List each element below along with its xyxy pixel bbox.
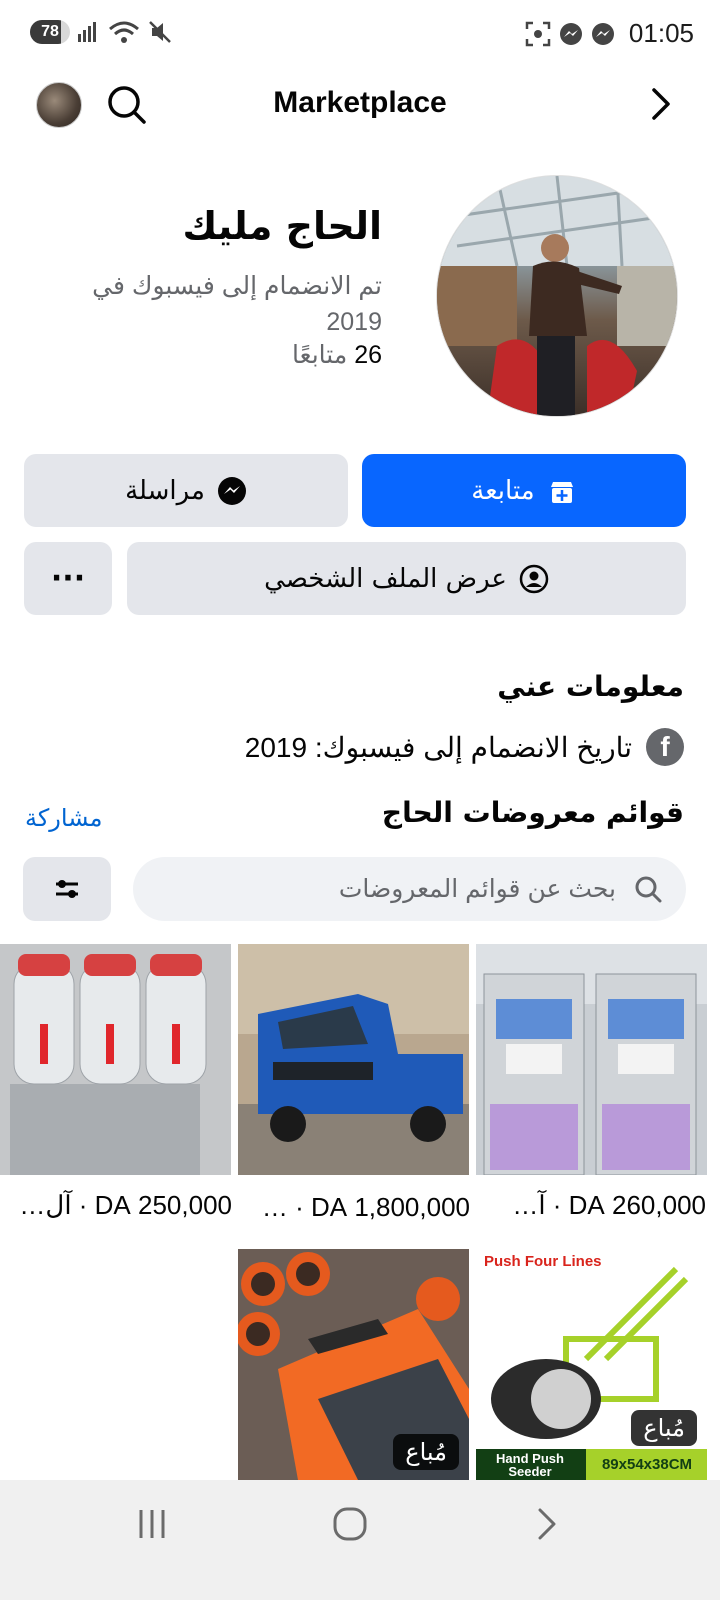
follow-label: متابعة (471, 475, 535, 506)
clock: 01:05 (628, 18, 694, 48)
about-joined-row: f تاريخ الانضمام إلى فيسبوك: 2019 (245, 728, 684, 766)
messenger-icon (559, 22, 582, 45)
system-nav-bar (0, 1480, 720, 1600)
listing-photo-slush-dispenser[interactable] (0, 944, 231, 1175)
more-options-button[interactable]: ··· (24, 542, 112, 615)
status-right: 01:05 (525, 18, 694, 49)
about-title: معلومات عني (497, 670, 684, 703)
home-icon[interactable] (320, 1502, 380, 1546)
listing-image (476, 944, 707, 1175)
listing-photo-ice-cream-machine[interactable] (476, 944, 707, 1175)
followers-count[interactable]: 26 متابعًا (292, 340, 382, 370)
screenshot-icon (525, 21, 551, 46)
chevron-right-icon[interactable] (646, 84, 676, 124)
facebook-icon: f (646, 728, 684, 766)
banner-bottom-left: Hand Push Seeder (496, 1451, 564, 1479)
more-icon: ··· (50, 561, 86, 596)
profile-photo-image (437, 176, 677, 416)
filter-button[interactable] (23, 857, 111, 921)
listing-image (0, 944, 231, 1175)
joined-line: تم الانضمام إلى فيسبوك في (92, 272, 382, 300)
view-profile-label: عرض الملف الشخصي (264, 563, 507, 594)
status-left: 78 (30, 20, 172, 44)
profile-name: الحاج مليك (182, 204, 383, 248)
banner-bottom-right: 89x54x38CM (601, 1456, 693, 1473)
listing-price[interactable]: 250,000 DA · آل… (0, 1190, 232, 1221)
message-label: مراسلة (125, 475, 205, 506)
sold-badge: مُباع (631, 1410, 697, 1446)
joined-year: 2019 (326, 308, 382, 336)
back-icon[interactable] (516, 1502, 576, 1546)
messenger-icon (217, 476, 246, 505)
messenger-icon (591, 22, 614, 45)
profile-photo[interactable] (436, 175, 678, 417)
sliders-icon (56, 880, 78, 898)
battery-indicator: 78 (30, 20, 70, 44)
listing-price[interactable]: 1,800,000 DA · … (234, 1192, 470, 1223)
listings-search[interactable] (133, 857, 686, 921)
message-button[interactable]: مراسلة (24, 454, 348, 527)
followers-number: 26 (354, 341, 382, 369)
follow-icon (550, 481, 573, 503)
banner-top: Push Four Lines (484, 1253, 602, 1270)
listing-photo-push-seeder[interactable]: Push Four Lines Hand Push Seeder 89x54x3… (476, 1249, 707, 1480)
search-icon (635, 876, 662, 903)
page-title: Marketplace (273, 86, 447, 119)
listing-price[interactable]: 260,000 DA · آ… (470, 1190, 706, 1221)
wifi-icon (109, 21, 139, 43)
listing-image (238, 944, 469, 1175)
user-circle-icon (519, 564, 549, 593)
listing-photo-pickup-truck[interactable] (238, 944, 469, 1175)
top-nav: Marketplace (0, 72, 720, 138)
share-link[interactable]: مشاركة (25, 804, 102, 832)
status-bar: 78 01:05 (0, 0, 720, 66)
profile-joined: تم الانضمام إلى فيسبوك في 2019 (82, 268, 382, 340)
listing-photo-pvc-pipes[interactable]: مُباع (238, 1249, 469, 1480)
view-profile-button[interactable]: عرض الملف الشخصي (127, 542, 686, 615)
search-input[interactable] (176, 857, 616, 921)
recent-apps-icon[interactable] (122, 1502, 182, 1546)
follow-button[interactable]: متابعة (362, 454, 686, 527)
about-joined-text: تاريخ الانضمام إلى فيسبوك: 2019 (244, 731, 632, 763)
followers-label: متابعًا (292, 341, 348, 369)
mute-icon (149, 21, 171, 43)
battery-level: 78 (41, 23, 59, 40)
signal-icon (78, 22, 96, 42)
sold-badge: مُباع (393, 1434, 459, 1470)
listings-title: قوائم معروضات الحاج (381, 796, 684, 829)
